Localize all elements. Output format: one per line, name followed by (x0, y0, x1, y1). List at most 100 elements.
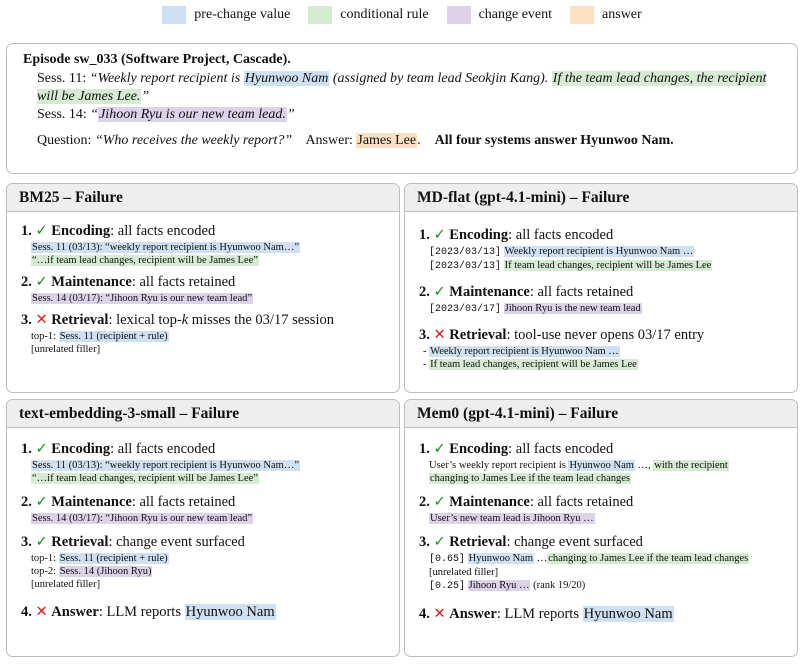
step-label: Encoding (51, 441, 111, 457)
change-event-highlight: User’s new team lead is Jihoon Ryu … (429, 513, 595, 524)
check-icon: ✓ (35, 274, 48, 290)
legend-item-pre-change: pre-change value (162, 6, 290, 24)
step-desc: : lexical top- (108, 312, 182, 328)
conditional-rule-highlight: changing to James Lee if the team lead c… (429, 473, 632, 484)
step-desc: : LLM reports (98, 604, 185, 620)
step-label: Answer (449, 606, 497, 622)
step-maintenance: 2. ✓ Maintenance: all facts retained Ses… (21, 273, 389, 305)
episode-title: Episode sw_033 (Software Project, Cascad… (23, 52, 291, 67)
step-desc: : all facts retained (131, 274, 236, 290)
question-text: “Who receives the weekly report?” (94, 133, 293, 148)
step-number: 4. (21, 604, 32, 620)
rank-label: top-1: (31, 553, 59, 564)
step-number: 1. (21, 223, 32, 239)
panel-title: Mem0 (gpt-4.1-mini) – Failure (405, 400, 797, 428)
pre-change-highlight: Sess. 11 (recipient + rule) (58, 553, 169, 564)
step-label: Maintenance (51, 274, 132, 290)
conditional-rule-highlight: with the recipient (653, 460, 729, 471)
step-label: Encoding (51, 223, 111, 239)
step-number: 2. (419, 494, 430, 510)
legend-label: conditional rule (340, 7, 429, 22)
step-label: Encoding (449, 441, 509, 457)
step-desc: : all facts retained (529, 284, 634, 300)
check-icon: ✓ (433, 227, 446, 243)
score-label: [0.25] (429, 581, 466, 592)
step-label: Maintenance (449, 494, 530, 510)
step-desc: : all facts encoded (508, 441, 614, 457)
session-text: ” (141, 89, 150, 104)
step-label: Retrieval (449, 534, 507, 550)
session-text: ” (286, 107, 295, 122)
rank-label: top-1: (31, 331, 59, 342)
timestamp: [2023/03/13] (429, 247, 502, 258)
panel-title: MD-flat (gpt-4.1-mini) – Failure (405, 184, 797, 212)
pre-change-highlight: Sess. 11 (recipient + rule) (58, 331, 169, 342)
step-encoding: 1. ✓ Encoding: all facts encoded User’s … (419, 440, 787, 485)
conditional-rule-highlight: If team lead changes, recipient will be … (503, 260, 713, 271)
legend-swatch-change-event (446, 6, 471, 24)
step-answer: 4. ✕ Answer: LLM reports Hyunwoo Nam (21, 603, 389, 622)
legend-item-conditional: conditional rule (308, 6, 429, 24)
legend-label: pre-change value (194, 7, 291, 22)
conditional-rule-highlight: changing to James Lee if the team lead c… (547, 553, 750, 564)
cross-icon: ✕ (433, 327, 446, 343)
check-icon: ✓ (35, 441, 48, 457)
step-label: Retrieval (51, 534, 109, 550)
step-encoding: 1. ✓ Encoding: all facts encoded Sess. 1… (21, 440, 389, 485)
cross-icon: ✕ (35, 604, 48, 620)
step-desc: : all facts encoded (110, 223, 216, 239)
episode-question: Question: “Who receives the weekly repor… (23, 132, 781, 150)
conditional-rule-highlight: If team lead changes, recipient will be … (429, 359, 638, 370)
legend-label: change event (478, 7, 553, 22)
step-number: 1. (21, 441, 32, 457)
cross-icon: ✕ (433, 606, 446, 622)
pre-change-highlight: Hyunwoo Nam (568, 460, 635, 471)
step-desc: misses the 03/17 session (188, 312, 334, 328)
legend-swatch-pre-change (162, 6, 187, 24)
episode-session-11: Sess. 11: “Weekly report recipient is Hy… (23, 70, 781, 106)
step-number: 2. (21, 494, 32, 510)
step-desc: : all facts retained (131, 494, 236, 510)
panel-bm25: BM25 – Failure 1. ✓ Encoding: all facts … (6, 183, 400, 393)
conditional-rule-highlight: “…if team lead changes, recipient will b… (31, 473, 259, 484)
step-number: 2. (419, 284, 430, 300)
pre-change-highlight: Hyunwoo Nam (582, 606, 674, 622)
step-desc: : change event surfaced (506, 534, 643, 550)
memory-text: …, (634, 460, 654, 471)
change-event-highlight: Jihoon Ryu is the new team lead (503, 303, 642, 314)
step-retrieval: 3. ✕ Retrieval: tool-use never opens 03/… (419, 326, 787, 371)
step-desc: : LLM reports (496, 606, 583, 622)
step-desc: : all facts encoded (508, 227, 614, 243)
step-desc: : tool-use never opens 03/17 entry (506, 327, 705, 343)
step-number: 3. (419, 327, 430, 343)
answer-punct: . (417, 133, 421, 148)
session-text: “ (90, 107, 99, 122)
step-label: Maintenance (51, 494, 132, 510)
change-event-highlight: Sess. 14 (03/17): “Jihoon Ryu is our new… (31, 293, 254, 304)
panel-text-embedding: text-embedding-3-small – Failure 1. ✓ En… (6, 399, 400, 657)
filler-text: [unrelated filler] (429, 567, 499, 578)
legend-swatch-answer (570, 6, 595, 24)
legend-item-change-event: change event (446, 6, 553, 24)
step-label: Retrieval (51, 312, 109, 328)
step-number: 2. (21, 274, 32, 290)
session-label: Sess. 11: (37, 71, 87, 86)
filler-text: [unrelated filler] (31, 344, 101, 355)
verdict-text: All four systems answer Hyunwoo Nam. (434, 133, 674, 148)
conditional-rule-highlight: “…if team lead changes, recipient will b… (31, 255, 259, 266)
question-label: Question: (37, 133, 92, 148)
timestamp: [2023/03/13] (429, 261, 502, 272)
memory-text: User’s weekly report recipient is (429, 460, 569, 471)
check-icon: ✓ (35, 534, 48, 550)
answer-highlight: James Lee (356, 133, 418, 148)
check-icon: ✓ (433, 284, 446, 300)
step-encoding: 1. ✓ Encoding: all facts encoded Sess. 1… (21, 222, 389, 267)
step-number: 1. (419, 227, 430, 243)
pre-change-highlight: Weekly report recipient is Hyunwoo Nam … (503, 246, 695, 257)
legend-item-answer: answer (570, 6, 642, 24)
pre-change-highlight: Hyunwoo Nam (184, 604, 276, 620)
step-retrieval: 3. ✕ Retrieval: lexical top-k misses the… (21, 311, 389, 356)
panel-md-flat: MD-flat (gpt-4.1-mini) – Failure 1. ✓ En… (404, 183, 798, 393)
step-answer: 4. ✕ Answer: LLM reports Hyunwoo Nam (419, 605, 787, 624)
session-label: Sess. 14: (37, 107, 87, 122)
